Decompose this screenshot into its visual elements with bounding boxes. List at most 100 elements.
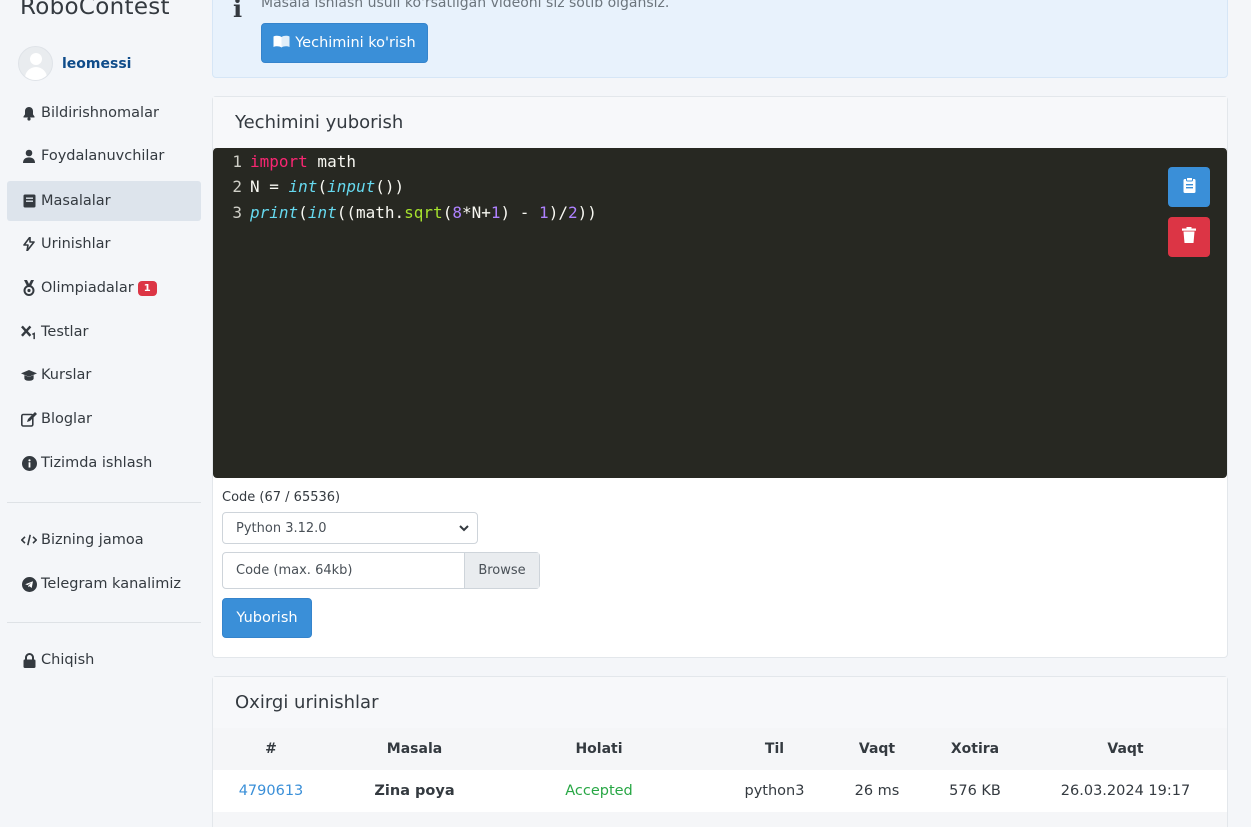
sidebar-item-label: Bizning jamoa	[41, 532, 144, 548]
sidebar-item-label: Olimpiadalar	[41, 280, 134, 296]
attempt-id-link[interactable]: 4790613	[213, 770, 329, 812]
time-cell: 26 ms	[854, 783, 900, 799]
sidebar-item-help[interactable]: Tizimda ishlash	[7, 443, 201, 483]
line-number: 3	[232, 203, 242, 222]
code-editor[interactable]: 1 import math 2 N = int(input()) 3 print(int(…	[213, 148, 1227, 478]
sidebar-item-logout[interactable]: Chiqish	[7, 640, 201, 680]
sidebar: RoboContest leomessi Bildirishnomalar Fo…	[0, 0, 207, 827]
code-token: ))	[577, 203, 597, 222]
code-file-input[interactable]: Code (max. 64kb) Browse	[222, 552, 540, 589]
language-value: Python 3.12.0	[236, 520, 327, 536]
column-header[interactable]: Masala	[329, 728, 500, 770]
column-header[interactable]: Til	[698, 728, 851, 770]
memory-cell: 576 KB	[949, 783, 1001, 799]
sidebar-item-label: Masalalar	[41, 193, 111, 209]
sidebar-item-users[interactable]: Foydalanuvchilar	[7, 136, 201, 176]
column-header[interactable]: Xotira	[903, 728, 1047, 770]
info-circle-icon	[21, 455, 37, 471]
code-token: ())	[375, 177, 405, 196]
sidebar-item-blogs[interactable]: Bloglar	[7, 399, 201, 439]
clipboard-icon	[1183, 177, 1196, 197]
sidebar-item-label: Testlar	[41, 324, 89, 340]
info-icon: i	[233, 0, 243, 23]
clear-code-button[interactable]	[1168, 217, 1210, 257]
line-number: 1	[232, 152, 242, 171]
user-profile[interactable]: leomessi	[18, 46, 131, 81]
sidebar-item-label: Kurslar	[41, 367, 92, 383]
sidebar-item-label: Chiqish	[41, 652, 95, 668]
column-header[interactable]: Holati	[500, 728, 698, 770]
code-line[interactable]: 3 print(int((math.sqrt(8*N+1) - 1)/2))	[213, 203, 597, 228]
bell-icon	[21, 106, 37, 121]
column-header[interactable]: Vaqt	[851, 728, 903, 770]
table-header-row: # Masala Holati Til Vaqt Xotira Vaqt	[213, 728, 1227, 770]
code-text[interactable]: print(int((math.sqrt(8*N+1) - 1)/2))	[250, 203, 597, 228]
table-row: 4790613 Zina poya Accepted python3 26 ms…	[213, 770, 1227, 812]
sidebar-item-label: Foydalanuvchilar	[41, 148, 165, 164]
open-book-icon	[273, 35, 290, 52]
code-line[interactable]: 2 N = int(input())	[213, 177, 404, 202]
code-icon	[21, 533, 37, 547]
code-token: *N+	[461, 203, 491, 222]
code-token: (	[298, 203, 308, 222]
view-solution-label: Yechimini ko'rish	[295, 35, 416, 51]
lock-icon	[21, 652, 37, 668]
code-token: input	[327, 177, 376, 196]
language-cell: python3	[744, 783, 805, 799]
code-token: print	[250, 203, 299, 222]
sidebar-item-label: Telegram kanalimiz	[41, 576, 181, 592]
code-token: int	[307, 203, 337, 222]
code-token: int	[288, 177, 318, 196]
code-token: math	[307, 152, 356, 171]
submit-button[interactable]: Yuborish	[222, 598, 312, 638]
avatar[interactable]	[18, 46, 53, 81]
user-icon	[21, 149, 37, 163]
column-header[interactable]: #	[213, 728, 329, 770]
code-token: )/	[548, 203, 568, 222]
brand-logo[interactable]: RoboContest	[20, 0, 170, 20]
notification-badge: 1	[137, 280, 157, 296]
code-token: ((math.	[336, 203, 405, 222]
card-title: Yechimini yuborish	[213, 97, 1227, 149]
sidebar-item-telegram[interactable]: Telegram kanalimiz	[7, 564, 201, 604]
code-line[interactable]: 1 import math	[213, 152, 356, 177]
language-select[interactable]: Python 3.12.0	[222, 512, 478, 544]
sidebar-item-team[interactable]: Bizning jamoa	[7, 520, 201, 560]
telegram-icon	[21, 576, 37, 592]
copy-code-button[interactable]	[1168, 167, 1210, 207]
sidebar-item-label: Bloglar	[41, 411, 92, 427]
column-header[interactable]: Vaqt	[1047, 728, 1204, 770]
browse-button[interactable]: Browse	[464, 553, 539, 588]
code-token: ) -	[500, 203, 540, 222]
sidebar-item-tests[interactable]: Testlar	[7, 312, 201, 352]
sidebar-item-problems[interactable]: Masalalar	[7, 181, 201, 221]
code-token: 2	[567, 203, 578, 222]
username[interactable]: leomessi	[62, 56, 131, 72]
problem-name[interactable]: Zina poya	[329, 770, 500, 812]
sidebar-item-label: Tizimda ishlash	[41, 455, 153, 471]
code-token: 1	[490, 203, 501, 222]
code-length-label: Code (67 / 65536)	[222, 490, 341, 505]
status-badge: Accepted	[565, 783, 633, 799]
card-title: Oxirgi urinishlar	[213, 677, 1227, 729]
sidebar-item-label: Urinishlar	[41, 236, 111, 252]
code-token: 1	[539, 203, 549, 222]
sidebar-item-courses[interactable]: Kurslar	[7, 355, 201, 395]
trash-icon	[1182, 227, 1196, 247]
file-placeholder[interactable]: Code (max. 64kb)	[223, 553, 464, 588]
sidebar-item-label: Bildirishnomalar	[41, 105, 159, 121]
code-text[interactable]: import math	[250, 152, 356, 177]
code-text[interactable]: N = int(input())	[250, 177, 404, 202]
subscript-icon	[21, 325, 37, 340]
code-token: (	[317, 177, 328, 196]
graduation-cap-icon	[21, 369, 37, 382]
view-solution-button[interactable]: Yechimini ko'rish	[261, 23, 428, 63]
sidebar-item-attempts[interactable]: Urinishlar	[7, 224, 201, 264]
table-row	[213, 812, 1227, 827]
sidebar-divider	[7, 622, 201, 623]
sidebar-item-olympiads[interactable]: Olimpiadalar 1	[7, 268, 201, 308]
code-token: 8	[452, 203, 462, 222]
code-token: sqrt	[404, 203, 443, 222]
sidebar-item-notifications[interactable]: Bildirishnomalar	[7, 93, 201, 133]
book-icon	[21, 194, 37, 208]
